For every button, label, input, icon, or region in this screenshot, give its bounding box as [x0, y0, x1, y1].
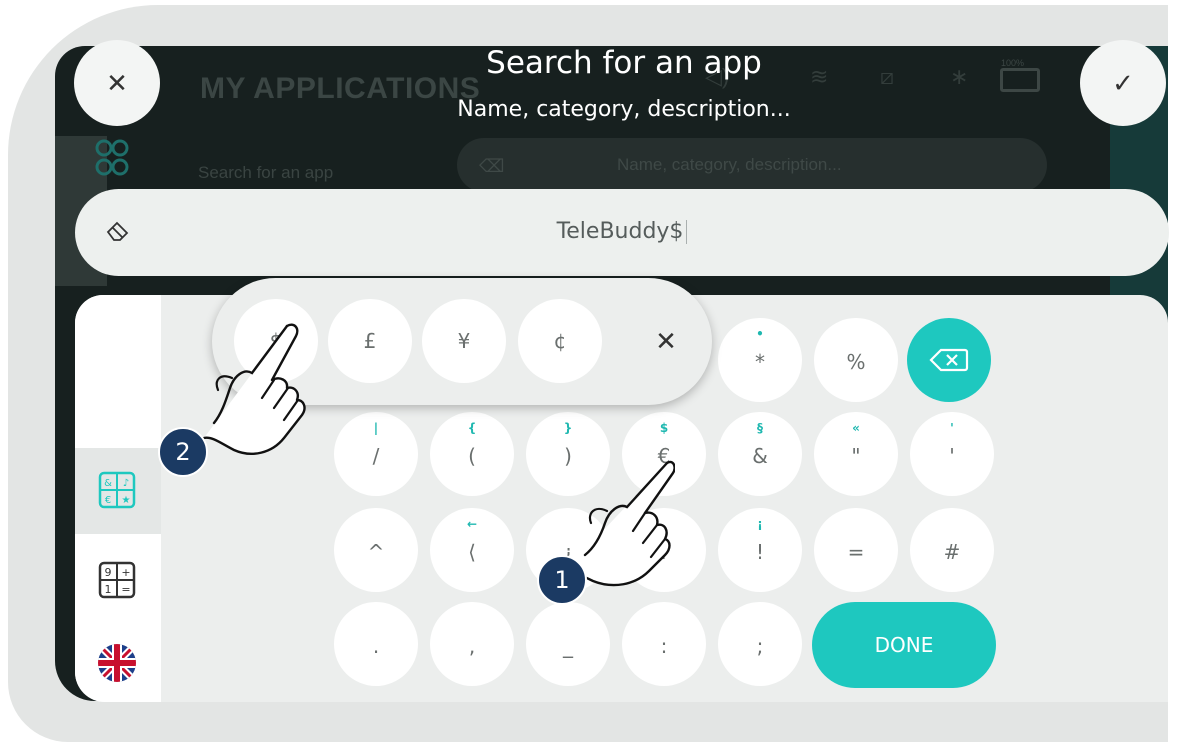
key-alt-label: ¡: [757, 517, 763, 531]
text-caret: [686, 220, 688, 244]
close-button[interactable]: ✕: [74, 40, 160, 126]
key-alt-label: |: [373, 421, 379, 435]
key-label: =: [847, 540, 865, 564]
currency-key[interactable]: ¢: [518, 299, 602, 383]
apps-icon: [95, 139, 129, 176]
symbol-key[interactable]: .: [334, 602, 418, 686]
svg-text:€: €: [105, 495, 111, 506]
close-popup-button[interactable]: ✕: [624, 299, 708, 383]
symbol-key[interactable]: • *: [718, 318, 802, 402]
symbol-key[interactable]: =: [814, 508, 898, 592]
dialog-title: Search for an app: [486, 45, 762, 81]
symbol-key[interactable]: ,: [430, 602, 514, 686]
dialog-subtitle: Name, category, description...: [457, 97, 791, 122]
symbol-key[interactable]: «": [814, 412, 898, 496]
key-label: ": [851, 444, 861, 468]
key-label: ': [949, 444, 955, 468]
key-alt-label: $: [659, 421, 669, 435]
backspace-icon: [929, 348, 969, 372]
background-search-label: Search for an app: [198, 163, 334, 182]
svg-text:♪: ♪: [123, 478, 129, 489]
close-icon: ✕: [655, 325, 677, 356]
done-button[interactable]: DONE: [812, 602, 996, 688]
symbol-key[interactable]: :: [622, 602, 706, 686]
search-input-value: TeleBuddy$: [75, 219, 1169, 244]
symbols-mode-icon[interactable]: & ♪ € ★: [97, 470, 137, 510]
key-label: !: [755, 540, 765, 564]
symbol-key[interactable]: § &: [718, 412, 802, 496]
hand-pointer-icon: [202, 323, 306, 455]
svg-text:9: 9: [105, 566, 112, 579]
step-badge-2: 2: [158, 427, 208, 477]
key-label: .: [372, 634, 380, 658]
key-alt-label: }: [563, 421, 573, 435]
search-input[interactable]: TeleBuddy$: [75, 189, 1169, 276]
symbol-key[interactable]: %: [814, 318, 898, 402]
key-label: ,: [468, 634, 476, 658]
key-label: *: [755, 350, 765, 374]
key-label: &: [752, 444, 768, 468]
key-alt-label: §: [757, 421, 763, 435]
symbol-key[interactable]: {(: [430, 412, 514, 496]
key-alt-label: «: [852, 421, 860, 435]
key-label: ^: [367, 540, 385, 564]
key-label: (: [468, 444, 476, 468]
key-alt-label: ←: [466, 517, 478, 531]
confirm-button[interactable]: ✓: [1080, 40, 1166, 126]
svg-text:1: 1: [105, 583, 112, 596]
key-label: ⟨: [468, 540, 476, 564]
background-erase-icon: ⌫: [479, 156, 505, 176]
language-uk-flag-icon[interactable]: [97, 643, 137, 683]
symbol-key[interactable]: | /: [334, 412, 418, 496]
key-label: #: [943, 540, 961, 564]
background-search-placeholder: Name, category, description...: [617, 155, 842, 174]
key-label: %: [846, 350, 866, 374]
symbol-key[interactable]: #: [910, 508, 994, 592]
svg-text:=: =: [121, 583, 130, 596]
symbol-key[interactable]: _: [526, 602, 610, 686]
svg-text:&: &: [104, 478, 112, 489]
key-label: ;: [756, 634, 764, 658]
symbol-key[interactable]: ¡!: [718, 508, 802, 592]
key-label: :: [660, 634, 668, 658]
currency-key[interactable]: ¥: [422, 299, 506, 383]
key-label: _: [563, 634, 573, 658]
key-label: /: [372, 444, 380, 468]
currency-key[interactable]: £: [328, 299, 412, 383]
symbol-key[interactable]: ← ⟨: [430, 508, 514, 592]
symbol-key[interactable]: ;: [718, 602, 802, 686]
backspace-key[interactable]: [907, 318, 991, 402]
close-icon: ✕: [106, 67, 128, 98]
symbol-key[interactable]: ' ': [910, 412, 994, 496]
svg-text:★: ★: [122, 495, 131, 506]
search-input-text: TeleBuddy$: [556, 219, 684, 244]
background-search-field: ⌫ Name, category, description...: [457, 138, 1047, 192]
key-alt-label: {: [467, 421, 477, 435]
numeric-mode-icon[interactable]: 9 + 1 =: [97, 560, 137, 600]
key-alt-label: ': [950, 421, 954, 435]
check-icon: ✓: [1112, 67, 1134, 98]
svg-text:+: +: [121, 566, 130, 579]
symbol-key[interactable]: ^: [334, 508, 418, 592]
key-alt-label: •: [756, 327, 764, 341]
step-badge-1: 1: [537, 555, 587, 605]
